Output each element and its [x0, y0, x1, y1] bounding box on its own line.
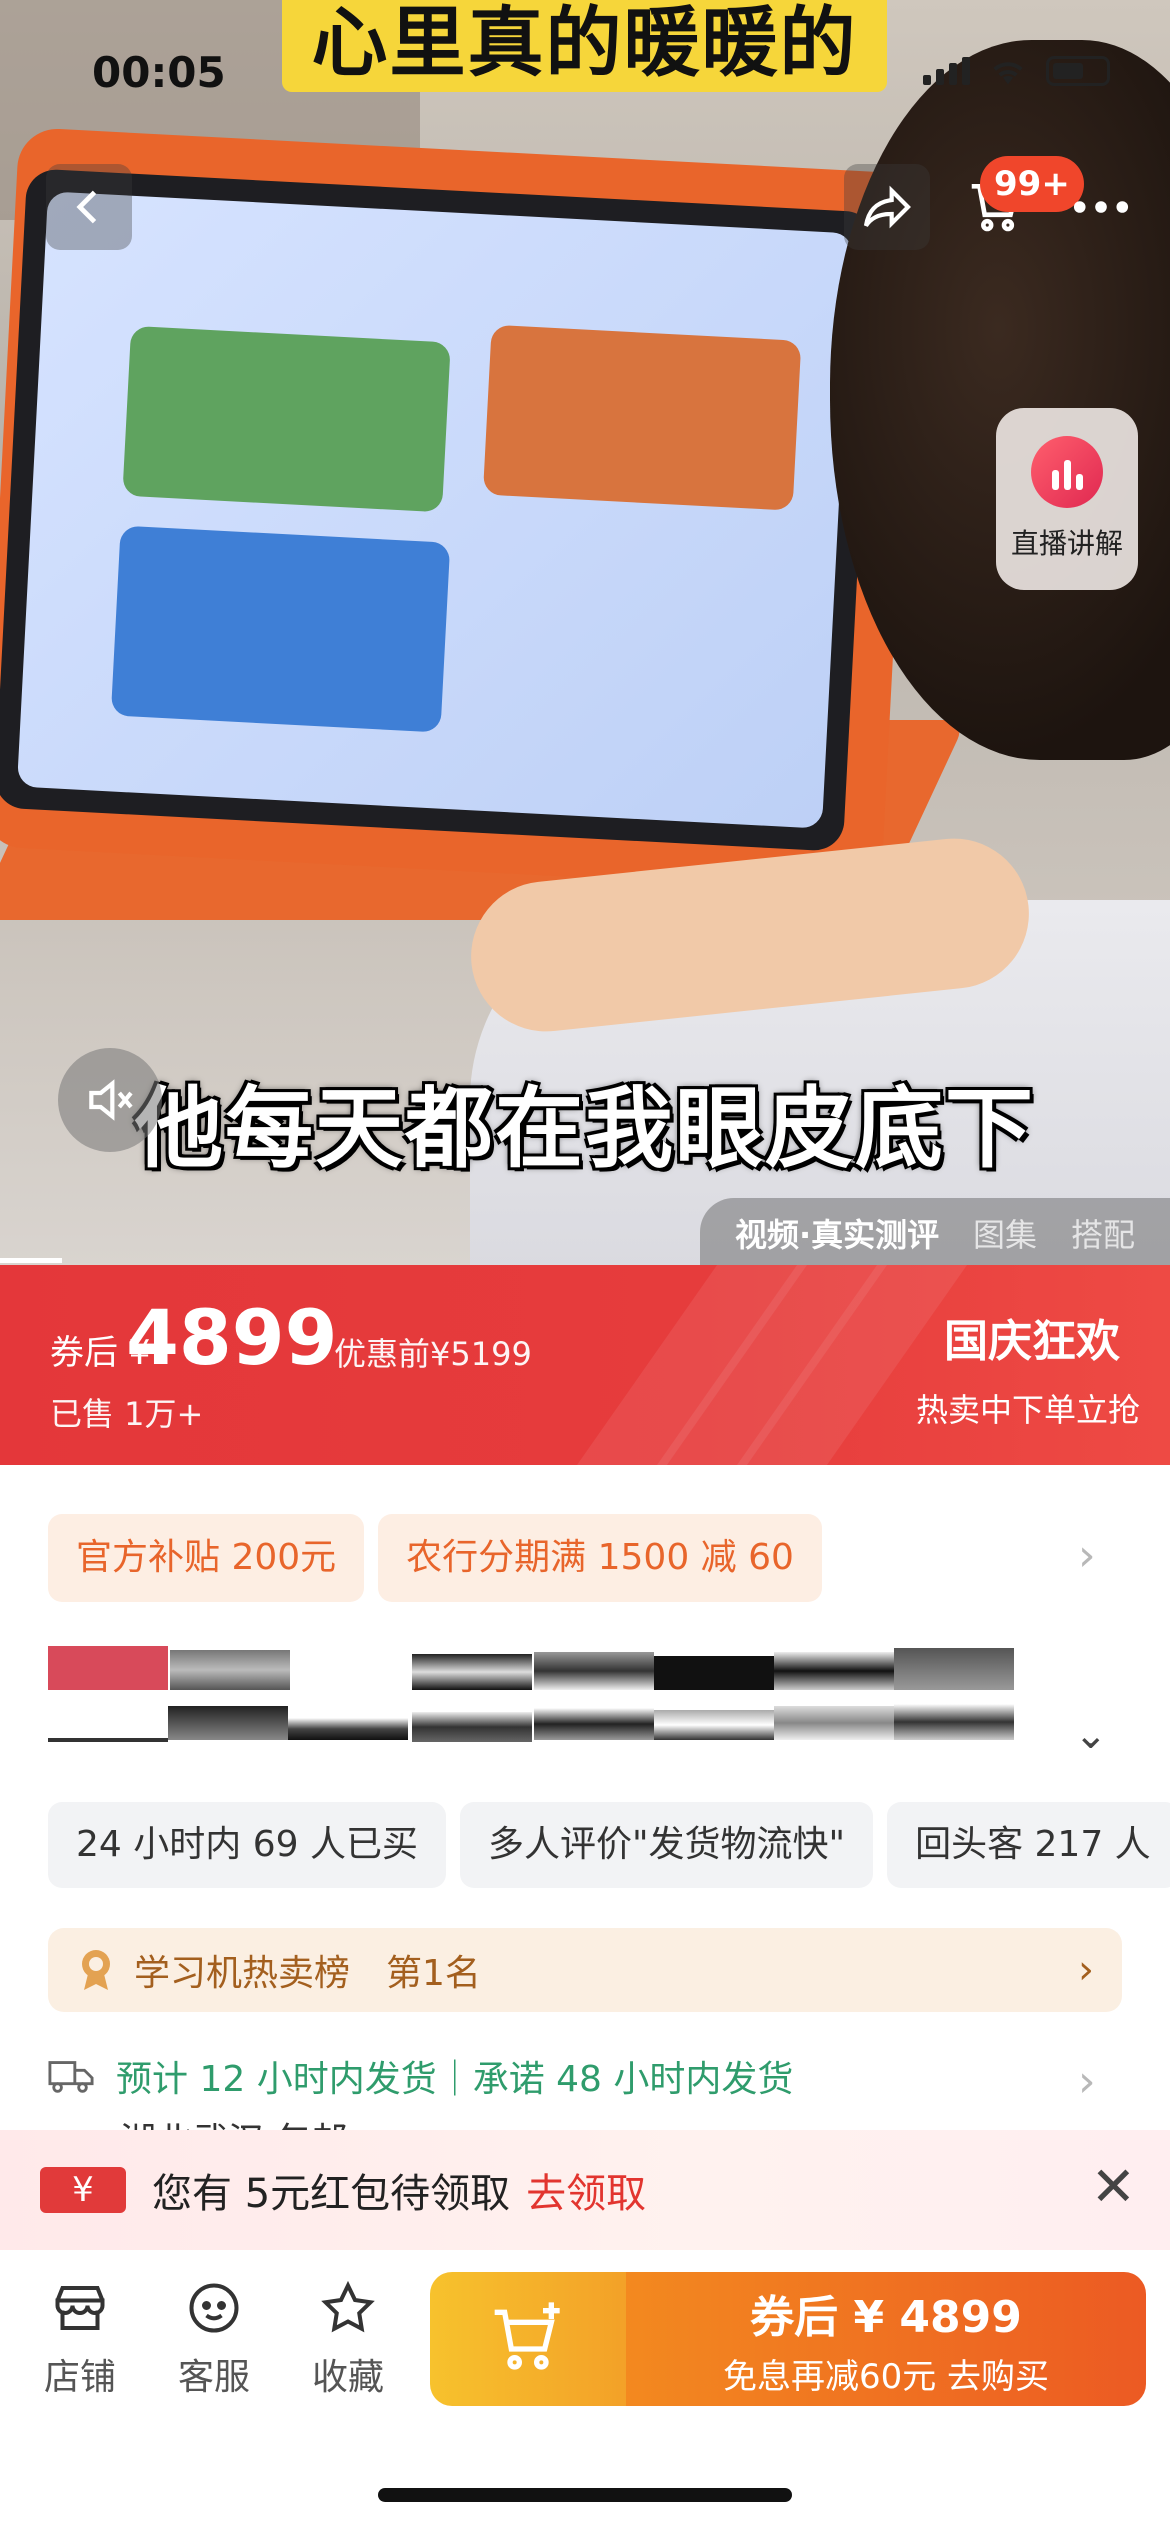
promo-title: 国庆狂欢	[944, 1316, 1120, 1367]
claim-link[interactable]: 去领取	[526, 2161, 646, 2219]
wifi-icon	[993, 62, 1023, 85]
red-packet-text: 您有 5元红包待领取	[152, 2171, 511, 2217]
tab-video-review[interactable]: 视频·真实测评	[735, 1210, 939, 1256]
live-explain-label: 直播讲解	[1010, 527, 1123, 560]
shipping-row[interactable]: 预计 12 小时内发货｜承诺 48 小时内发货	[48, 2050, 793, 2102]
expand-chevron-icon[interactable]: ⌄	[1074, 1712, 1108, 1758]
tag-reviews: 多人评价"发货物流快"	[459, 1802, 874, 1888]
back-arrow-icon	[76, 190, 97, 224]
price-value: 4899	[126, 1293, 338, 1382]
status-icons	[923, 56, 1110, 86]
truck-icon	[48, 2061, 94, 2093]
home-indicator	[378, 2488, 792, 2502]
store-label: 店铺	[43, 2357, 116, 2398]
live-explain-button[interactable]: 直播讲解	[996, 408, 1138, 590]
red-packet-banner[interactable]: ¥ 您有 5元红包待领取 去领取 ✕	[0, 2130, 1170, 2250]
add-cart-icon	[494, 2302, 560, 2370]
screen-card-blue	[110, 525, 451, 733]
customer-service-button[interactable]: 客服	[154, 2278, 274, 2400]
video-caption-bottom: 他每天都在我眼皮底下	[134, 1077, 1035, 1180]
shipping-estimate: 预计 12 小时内发货｜承诺 48 小时内发货	[116, 2059, 794, 2100]
store-button[interactable]: 店铺	[20, 2278, 140, 2400]
signal-icon	[923, 57, 970, 85]
share-icon	[863, 185, 911, 229]
star-icon	[321, 2280, 375, 2333]
status-time: 00:05	[92, 48, 226, 97]
tab-match[interactable]: 搭配	[1071, 1210, 1135, 1256]
promo-subtitle: 热卖中下单立抢	[915, 1391, 1140, 1429]
shipping-chevron-icon[interactable]: ›	[1078, 2056, 1096, 2107]
screen-card-orange	[482, 324, 802, 511]
tag-recent-buyers: 24 小时内 69 人已买	[48, 1802, 446, 1888]
ranking-chevron-icon: ›	[1078, 1947, 1094, 1993]
coupon-row[interactable]: 官方补贴 200元 农行分期满 1500 减 60	[48, 1514, 822, 1602]
coupon-subsidy[interactable]: 官方补贴 200元	[48, 1514, 365, 1602]
product-title-redacted	[48, 1646, 1014, 1746]
ranking-position: 第1名	[386, 1953, 481, 1994]
live-bars-icon	[1031, 436, 1103, 508]
medal-icon	[82, 1950, 110, 1990]
coupon-chevron-icon[interactable]: ›	[1078, 1530, 1096, 1581]
mute-button[interactable]	[58, 1048, 162, 1152]
media-tabs: 视频·真实测评 图集 搭配	[700, 1198, 1170, 1265]
back-button[interactable]	[46, 164, 132, 250]
favorite-button[interactable]: 收藏	[288, 2278, 408, 2400]
ranking-bar[interactable]: 学习机热卖榜 第1名 ›	[48, 1928, 1122, 2012]
share-button[interactable]	[844, 164, 930, 250]
add-to-cart-button[interactable]	[430, 2272, 626, 2406]
service-icon	[189, 2283, 239, 2333]
buy-subtitle: 免息再减60元 去购买	[722, 2356, 1050, 2397]
tablet-screen	[0, 168, 877, 852]
red-packet-icon: ¥	[40, 2167, 126, 2213]
video-caption-top: 心里真的暖暖的	[282, 0, 887, 92]
store-icon	[55, 2286, 105, 2330]
buy-now-button[interactable]: 券后 ¥ 4899 免息再减60元 去购买	[626, 2272, 1146, 2406]
original-price: 优惠前¥5199	[334, 1335, 532, 1373]
tab-gallery[interactable]: 图集	[973, 1210, 1037, 1256]
service-label: 客服	[177, 2357, 250, 2398]
more-dots-icon	[1073, 201, 1129, 213]
purchase-button-group: 券后 ¥ 4899 免息再减60元 去购买	[430, 2272, 1146, 2406]
sold-count: 已售 1万+	[50, 1395, 204, 1433]
muted-speaker-icon	[89, 1079, 133, 1121]
favorite-label: 收藏	[311, 2357, 384, 2398]
video-progress-bar	[0, 1258, 62, 1263]
battery-icon	[1046, 56, 1110, 86]
ranking-label: 学习机热卖榜	[134, 1953, 351, 1994]
social-proof-tags: 24 小时内 69 人已买 多人评价"发货物流快" 回头客 217 人	[48, 1802, 1170, 1888]
tag-repeat-customers: 回头客 217 人	[887, 1802, 1170, 1888]
coupon-installment[interactable]: 农行分期满 1500 减 60	[378, 1514, 822, 1602]
price-banner: 券后 ¥ 4899 优惠前¥5199 已售 1万+ 国庆狂欢 热卖中下单立抢	[0, 1265, 1170, 1465]
buy-price: 券后 ¥ 4899	[750, 2291, 1022, 2343]
close-icon[interactable]: ✕	[1091, 2160, 1136, 2214]
more-button[interactable]	[1058, 164, 1144, 250]
screen-card-green	[122, 325, 451, 513]
